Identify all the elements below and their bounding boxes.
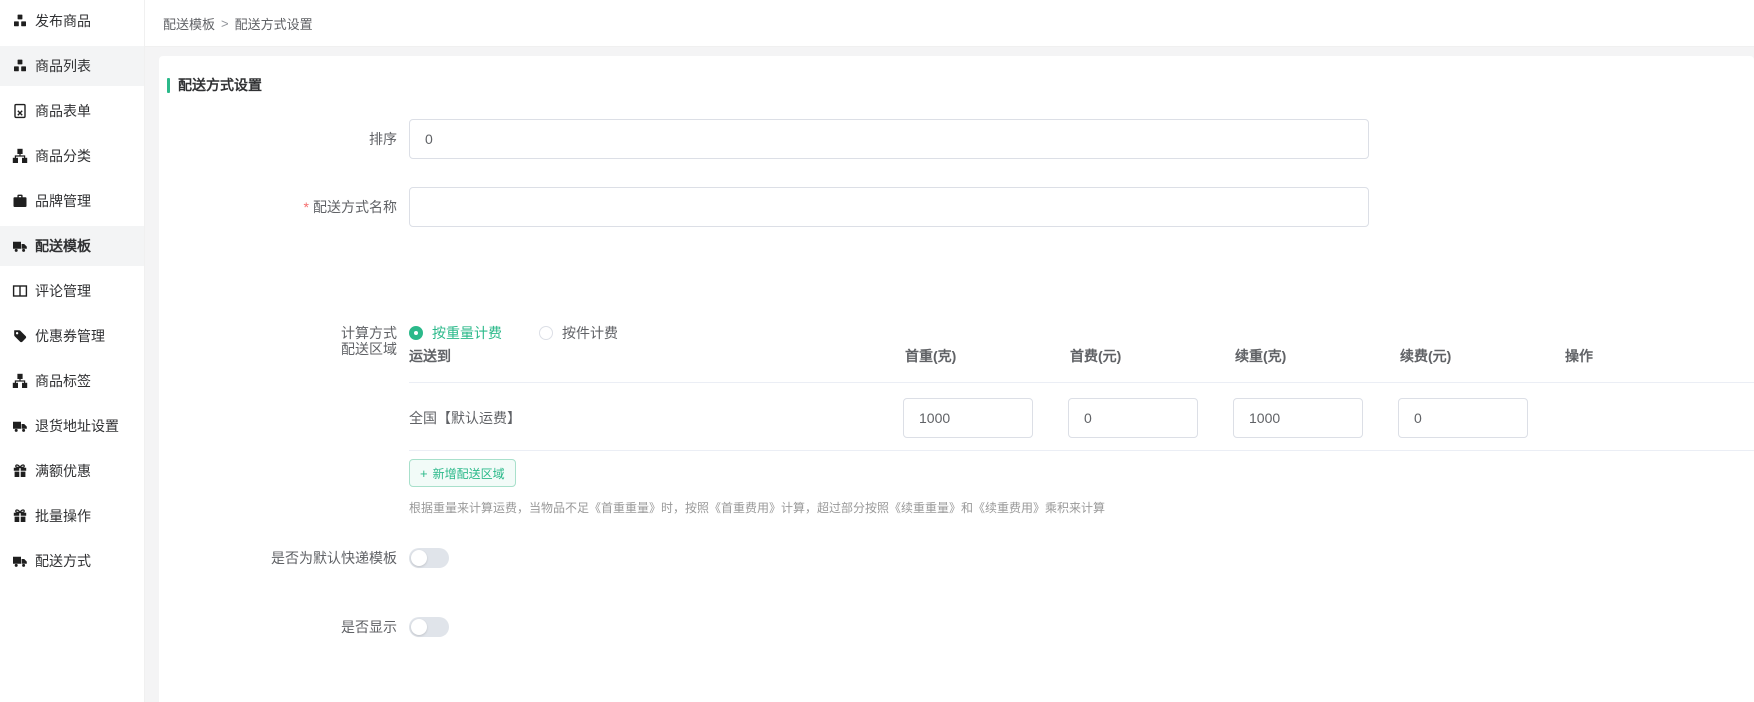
sidebar-item-product-form[interactable]: 商品表单 <box>0 91 144 131</box>
title-accent-bar <box>167 78 170 93</box>
plus-icon: + <box>420 467 428 480</box>
sidebar-item-label: 满额优惠 <box>35 461 91 481</box>
breadcrumb-separator: > <box>221 16 229 31</box>
sidebar-item-label: 配送方式 <box>35 551 91 571</box>
sidebar-item-full-discount[interactable]: 满额优惠 <box>0 451 144 491</box>
comment-icon <box>11 283 28 300</box>
sidebar-item-batch-operation[interactable]: 批量操作 <box>0 496 144 536</box>
sidebar-item-label: 批量操作 <box>35 506 91 526</box>
delivery-region-row: 配送区域 <box>159 333 397 359</box>
category-icon <box>11 148 28 165</box>
sidebar: 发布商品商品列表商品表单商品分类品牌管理配送模板评论管理优惠券管理商品标签退货地… <box>0 0 145 702</box>
page-title-text: 配送方式设置 <box>178 75 262 95</box>
table-header-first-weight: 首重(克) <box>903 346 1068 366</box>
table-header-destination: 运送到 <box>409 346 903 366</box>
sidebar-item-label: 商品标签 <box>35 371 91 391</box>
delivery-name-label: *配送方式名称 <box>159 187 397 227</box>
table-header-next-fee: 续费(元) <box>1398 346 1563 366</box>
app-root: 发布商品商品列表商品表单商品分类品牌管理配送模板评论管理优惠券管理商品标签退货地… <box>0 0 1754 702</box>
region-table-header: 运送到首重(克)首费(元)续重(克)续费(元)操作 <box>409 340 1754 383</box>
sidebar-item-return-address-settings[interactable]: 退货地址设置 <box>0 406 144 446</box>
switch-knob <box>411 619 427 635</box>
region-table-row: 全国【默认运费】 <box>409 383 1754 451</box>
default-template-switch[interactable] <box>409 548 449 568</box>
sidebar-item-label: 商品表单 <box>35 101 91 121</box>
sidebar-item-product-tags[interactable]: 商品标签 <box>0 361 144 401</box>
delivery-region-label: 配送区域 <box>159 333 397 359</box>
default-template-label: 是否为默认快递模板 <box>159 548 397 568</box>
sidebar-item-label: 配送模板 <box>35 236 91 256</box>
next-weight-input[interactable] <box>1233 398 1363 438</box>
table-header-actions: 操作 <box>1563 346 1754 366</box>
sidebar-item-label: 优惠券管理 <box>35 326 105 346</box>
page-title: 配送方式设置 <box>167 75 262 95</box>
sidebar-item-label: 商品列表 <box>35 56 91 76</box>
sort-row: 排序 <box>159 119 1369 159</box>
sidebar-item-product-category[interactable]: 商品分类 <box>0 136 144 176</box>
sidebar-item-label: 评论管理 <box>35 281 91 301</box>
radio-unselected-icon <box>539 326 553 340</box>
first-weight-input[interactable] <box>903 398 1033 438</box>
visible-label: 是否显示 <box>159 617 397 637</box>
sidebar-item-shipping-method[interactable]: 配送方式 <box>0 541 144 581</box>
form-icon <box>11 103 28 120</box>
sidebar-item-label: 品牌管理 <box>35 191 91 211</box>
cubes-icon <box>11 13 28 30</box>
delivery-name-row: *配送方式名称 <box>159 187 1369 227</box>
breadcrumb-current: 配送方式设置 <box>235 14 313 33</box>
radio-selected-icon <box>409 326 423 340</box>
table-header-first-fee: 首费(元) <box>1068 346 1233 366</box>
sidebar-item-brand-management[interactable]: 品牌管理 <box>0 181 144 221</box>
gift-icon <box>11 463 28 480</box>
region-hint-text: 根据重量来计算运费，当物品不足《首重重量》时，按照《首重费用》计算，超过部分按照… <box>409 499 1754 516</box>
content-card: 配送方式设置 排序 *配送方式名称 计算方式 <box>159 56 1754 702</box>
main-area: 配送模板 > 配送方式设置 配送方式设置 排序 *配送方式名称 <box>145 0 1754 702</box>
truck-icon <box>11 553 28 570</box>
gift-icon <box>11 508 28 525</box>
truck-icon <box>11 238 28 255</box>
coupon-icon <box>11 328 28 345</box>
sidebar-item-label: 退货地址设置 <box>35 416 119 436</box>
sort-input[interactable] <box>409 119 1369 159</box>
breadcrumb: 配送模板 > 配送方式设置 <box>145 0 1754 47</box>
switch-knob <box>411 550 427 566</box>
default-template-row: 是否为默认快递模板 <box>159 548 449 568</box>
visible-switch[interactable] <box>409 617 449 637</box>
actions-cell <box>1563 398 1754 438</box>
category-icon <box>11 373 28 390</box>
breadcrumb-parent[interactable]: 配送模板 <box>163 14 215 33</box>
sidebar-item-product-list[interactable]: 商品列表 <box>0 46 144 86</box>
sidebar-item-label: 商品分类 <box>35 146 91 166</box>
table-header-next-weight: 续重(克) <box>1233 346 1398 366</box>
sidebar-item-label: 发布商品 <box>35 11 91 31</box>
delivery-name-input[interactable] <box>409 187 1369 227</box>
sort-label: 排序 <box>159 119 397 159</box>
sidebar-item-comment-management[interactable]: 评论管理 <box>0 271 144 311</box>
truck-icon <box>11 418 28 435</box>
briefcase-icon <box>11 193 28 210</box>
sidebar-item-shipping-template[interactable]: 配送模板 <box>0 226 144 266</box>
next-fee-input[interactable] <box>1398 398 1528 438</box>
sidebar-item-publish-product[interactable]: 发布商品 <box>0 1 144 41</box>
sidebar-nav: 发布商品商品列表商品表单商品分类品牌管理配送模板评论管理优惠券管理商品标签退货地… <box>0 1 144 581</box>
sidebar-item-coupon-management[interactable]: 优惠券管理 <box>0 316 144 356</box>
visible-row: 是否显示 <box>159 617 449 637</box>
destination-cell: 全国【默认运费】 <box>409 398 903 438</box>
required-asterisk: * <box>304 199 309 215</box>
cubes-icon <box>11 58 28 75</box>
add-region-button[interactable]: + 新增配送区域 <box>409 459 516 487</box>
first-fee-input[interactable] <box>1068 398 1198 438</box>
region-table: 运送到首重(克)首费(元)续重(克)续费(元)操作 全国【默认运费】 + 新增配… <box>409 340 1754 516</box>
